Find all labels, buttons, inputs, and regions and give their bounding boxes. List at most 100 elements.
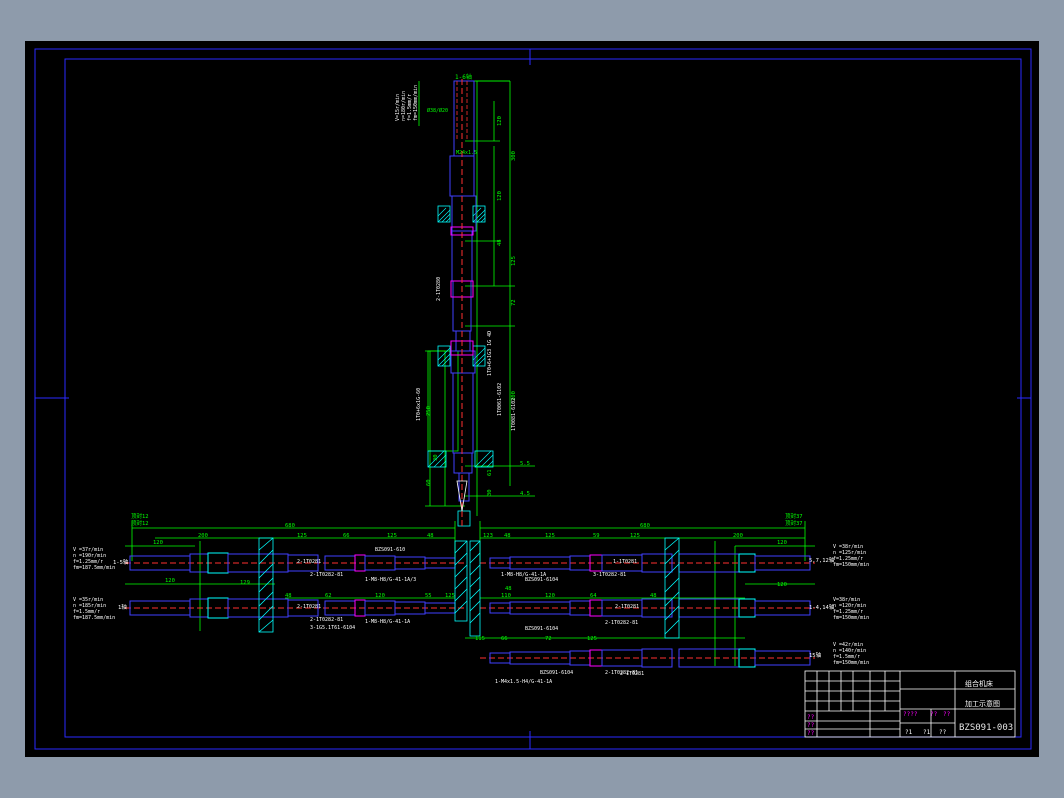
left-label-top2: 顶封12	[131, 519, 149, 527]
left-label-top: 顶封12	[131, 512, 149, 520]
right-param-2: fm=150mm/min	[833, 615, 869, 621]
right-dim: 66	[501, 636, 508, 642]
vertical-note: 1T0+6x1G-60	[416, 388, 422, 421]
cutting-parameters: V=15r/min n=180r/min f=1.5mm/r fm=150mm/min…	[73, 85, 869, 666]
vertical-dim: 60	[426, 479, 432, 486]
right-note: 1-1T0281	[613, 559, 637, 565]
vertical-dim: 5.5	[520, 461, 530, 467]
left-param-1: fm=187.5mm/min	[73, 565, 115, 571]
row-mark-1: ??	[807, 714, 815, 721]
vertical-dim: 125	[511, 256, 517, 266]
vertical-dim: 120	[497, 191, 503, 201]
left-note: 1-M8-H8/G-41-1A/3	[365, 577, 416, 583]
left-note: 1-M8-H8/G-41-1A	[365, 619, 410, 625]
vertical-dim: 4.5	[520, 491, 530, 497]
left-note: 2-1T0282-81	[310, 617, 343, 623]
left-dim: 48	[285, 593, 292, 599]
title-line1: 组合机床	[965, 679, 993, 688]
right-dim: 125	[545, 533, 555, 539]
left-dim: 129	[240, 580, 250, 586]
scale-cell-2: ??	[930, 711, 938, 718]
inner-frame	[64, 58, 1022, 738]
left-note: BZS091-610	[375, 547, 405, 553]
thread-label: M24x1.5	[456, 150, 477, 156]
left-dim: 125	[387, 533, 397, 539]
left-note: 2-1T0281	[297, 604, 321, 610]
row-mark-3: ??	[807, 730, 815, 737]
right-label-top2: 顶封37	[785, 519, 803, 527]
sheet-cell-3: ??	[939, 729, 947, 736]
right-dim: 123	[483, 533, 493, 539]
center-housing	[454, 540, 481, 637]
right-note: 2-1T0281	[615, 604, 639, 610]
vertical-note: 1T0061-6102	[497, 383, 503, 416]
sheet-cell-1: ?1	[905, 729, 913, 736]
right-param-3: fm=150mm/min	[833, 660, 869, 666]
drill-label: Ø38/Ø20	[427, 107, 448, 114]
right-dim: 64	[590, 593, 597, 599]
right-axis3: 15轴	[809, 651, 822, 659]
right-param-1: fm=150mm/min	[833, 562, 869, 568]
left-dim: 200	[198, 533, 208, 539]
row-mark-2: ??	[807, 722, 815, 729]
left-axis2: 1轴	[118, 603, 127, 611]
drawing-sheet: 1-6轴 Ø38/Ø20 M24x1.5 顶封12 顶封12 顶封37 顶封37…	[25, 41, 1039, 757]
vertical-note: 1T0+6+1G3 1G 4D	[487, 331, 493, 376]
right-dim: 200	[733, 533, 743, 539]
vertical-note: 1T0081-6102	[511, 398, 517, 431]
right-dim: 120	[777, 582, 787, 588]
left-note: 2-1T0281	[297, 559, 321, 565]
outer-frame	[34, 48, 1032, 750]
left-dim: 62	[325, 593, 332, 599]
right-dim: 680	[640, 523, 650, 529]
right-note: BZS091-6104	[525, 626, 558, 632]
right-dim: 125	[587, 636, 597, 642]
vertical-dim: 61	[487, 469, 493, 476]
title-line2: 加工示意图	[965, 699, 1000, 708]
right-axis1: 5,7,12轴	[809, 556, 835, 564]
drawing-number: BZS091-003	[959, 723, 1013, 733]
vertical-dim: 300	[511, 151, 517, 161]
left-dim: 66	[343, 533, 350, 539]
vertical-dim: 48	[497, 239, 503, 246]
right-axis2: 1-4,14轴	[809, 603, 835, 611]
left-note: 3-1G5.1T61-6104	[310, 625, 355, 631]
vertical-dim: 30	[433, 454, 439, 461]
left-axis1: 1-5轴	[113, 558, 129, 566]
right-dim: 48	[505, 586, 512, 592]
vertical-dim: 72	[511, 299, 517, 306]
right-note: 1-M8-H8/G-41-1A	[501, 572, 546, 578]
vertical-dim: 250	[426, 406, 432, 416]
vertical-dim: 120	[497, 116, 503, 126]
right-note: 3-1T0282-81	[593, 572, 626, 578]
left-dim: 125	[445, 593, 455, 599]
right-dim: 110	[501, 593, 511, 599]
scale-cell-3: ??	[943, 711, 951, 718]
sheet-cell-2: ?1	[923, 729, 931, 736]
right-dim: 48	[650, 593, 657, 599]
right-label-top: 顶封37	[785, 512, 803, 520]
left-note: 2-1T0282-81	[310, 572, 343, 578]
center-marks	[35, 49, 1031, 749]
left-dim: 125	[297, 533, 307, 539]
cad-drawing: 1-6轴 Ø38/Ø20 M24x1.5 顶封12 顶封12 顶封37 顶封37…	[34, 48, 1032, 750]
vertical-param: fm=150mm/min	[413, 85, 419, 121]
left-dim: 680	[285, 523, 295, 529]
part-notes: 2-1T0280 1T0061-6102 1T0081-6102 1T0+6+1G3 …	[297, 277, 644, 685]
left-dim: 120	[375, 593, 385, 599]
left-dim: 48	[427, 533, 434, 539]
right-dim: 59	[593, 533, 600, 539]
left-dim: 120	[165, 578, 175, 584]
title-block: 组合机床 加工示意图 BZS091-003 ???? ?? ?? ?1 ?1 ?…	[807, 679, 1013, 737]
left-dim: 55	[425, 593, 432, 599]
left-dim: 120	[153, 540, 163, 546]
right-dim: 120	[777, 540, 787, 546]
right-note: BZS091-6104	[540, 670, 573, 676]
right-note: 1-M4x1.5-H4/G-41-1A	[495, 679, 552, 685]
right-dim: 125	[630, 533, 640, 539]
right-note: 2-1T0282-81	[605, 670, 638, 676]
right-dim: 72	[545, 636, 552, 642]
scale-cell-1: ????	[903, 711, 918, 718]
right-note: 2-1T0282-81	[605, 620, 638, 626]
vertical-dim: 30	[487, 489, 493, 496]
